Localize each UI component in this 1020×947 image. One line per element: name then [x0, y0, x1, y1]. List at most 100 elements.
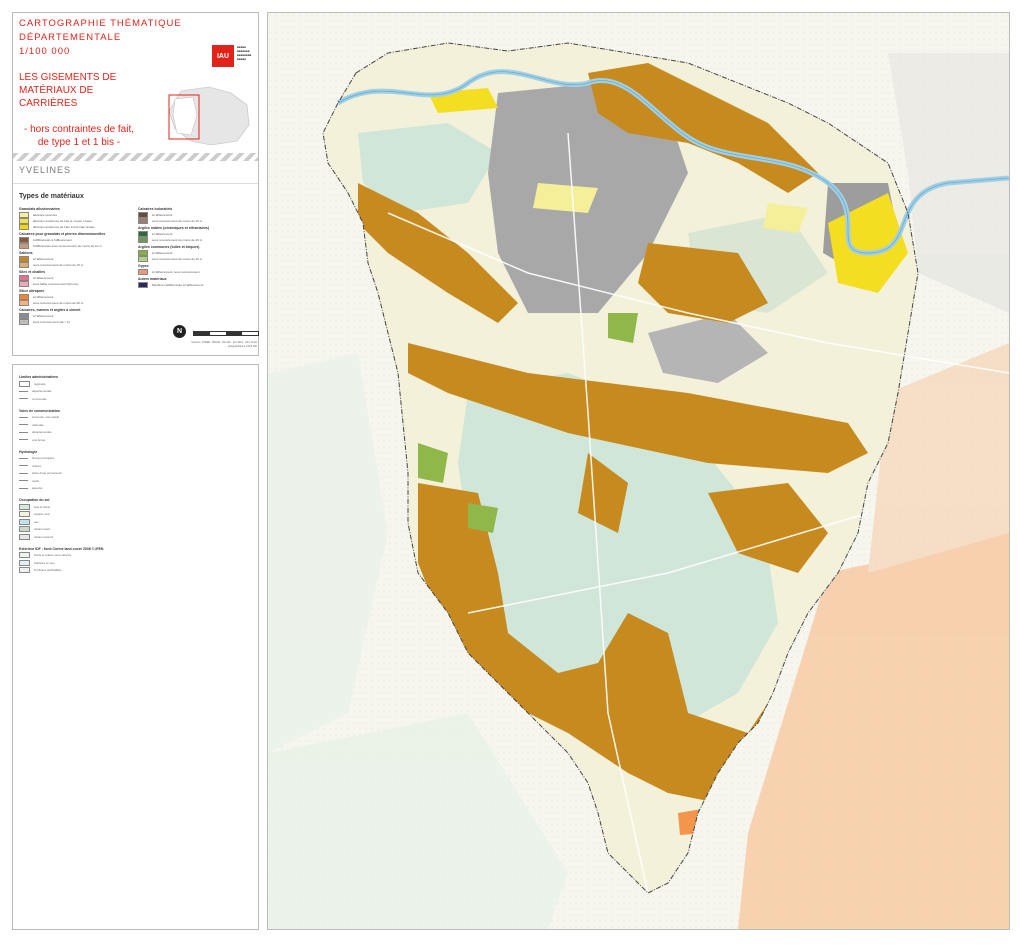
base-legend-item-label: rivières	[32, 463, 42, 468]
legend-item-label: à l'affleurement	[33, 276, 54, 280]
base-legend-panel: Limites administratives régionale départem…	[12, 364, 259, 930]
base-legend-item-label: bois et forêts	[34, 504, 51, 509]
base-legend-item-label: nationale	[32, 422, 44, 427]
main-title-line-3: CARRIÈRES	[19, 98, 78, 109]
legend-item-label: sous recouvrement de moins de 20 m	[33, 301, 84, 305]
base-legend-item: canal	[19, 477, 249, 485]
legend-item-label: sous faible recouvrement (limons)	[33, 282, 79, 286]
legend-item: à l'affleurement, sous recouvrement	[138, 269, 253, 275]
map-panel[interactable]	[267, 12, 1010, 930]
legend-item-label: alluvions anciennes de bas et moyen nive…	[33, 219, 92, 223]
materials-legend-left: Granulats alluvionnaires alluvions récent…	[19, 205, 134, 325]
base-legend-item: fleuves principaux	[19, 455, 249, 463]
legend-item-label: alluvions récentes	[33, 213, 58, 217]
base-legend-item-label: plans d'eau permanents	[32, 471, 62, 476]
legend-line-symbol	[19, 487, 28, 489]
legend-item: sous recouvrement de moins de 20 m	[19, 300, 134, 306]
base-legend-item: communale	[19, 395, 249, 403]
legend-item-label: Meulière indifférenciée à l'affleurement	[152, 283, 204, 287]
base-legend-item-label: fleuves principaux	[32, 456, 55, 461]
base-legend-item: départementale	[19, 388, 249, 396]
legend-swatch	[19, 281, 29, 287]
legend-swatch	[19, 511, 30, 518]
iau-logo: IAU	[212, 45, 234, 67]
legend-item: sous recouvrement (alt > 0)	[19, 319, 134, 325]
legend-item: sous recouvrement de moins de 15 m	[138, 218, 253, 224]
legend-item: indifférenciés sous recouvrement de moin…	[19, 243, 134, 249]
legend-swatch	[19, 224, 29, 230]
base-legend-item: urbain ouvert	[19, 526, 249, 534]
legend-item: sous recouvrement de moins de 15 m	[19, 262, 134, 268]
base-legend-item-label: forêts et milieux semi-naturels	[34, 553, 72, 558]
argile-zone	[608, 313, 638, 343]
thematic-map[interactable]	[268, 13, 1009, 929]
materials-legend-heading: Types de matériaux	[19, 193, 84, 200]
title-panel: CARTOGRAPHIE THÉMATIQUE DÉPARTEMENTALE 1…	[12, 12, 259, 356]
legend-swatch	[19, 262, 29, 268]
legend-item-label: à l'affleurement	[152, 232, 173, 236]
logo-caption: ■■■■■ ■■■■■■■ ■■■■■■■■ ■■■■■	[237, 45, 252, 61]
legend-line-symbol	[19, 457, 28, 459]
department-name: YVELINES	[19, 165, 72, 175]
map-main-title: LES GISEMENTS DE MATÉRIAUX DE CARRIÈRES	[19, 71, 116, 110]
base-legend-item-label: autoroute, voie rapide	[32, 415, 60, 420]
base-legend-item: bois et forêts	[19, 503, 249, 511]
legend-item: sous recouvrement de moins de 15 m	[138, 256, 253, 262]
legend-swatch	[19, 533, 30, 540]
legend-item-label: sous recouvrement de moins de 15 m	[152, 257, 203, 261]
legend-item: alluvions anciennes de haut à très haut …	[19, 224, 134, 230]
base-legend-item-label: départementale	[32, 389, 52, 394]
legend-swatch	[19, 503, 30, 510]
legend-swatch	[19, 518, 30, 525]
legend-item-label: sous recouvrement de moins de 15 m	[33, 263, 84, 267]
north-arrow-icon: N	[173, 325, 186, 338]
base-legend-item: rivières	[19, 462, 249, 470]
legend-swatch	[138, 218, 148, 224]
base-legend-item: départementale	[19, 429, 249, 437]
legend-item-label: à l'affleurement	[152, 251, 173, 255]
base-legend-item-label: urbain construit	[34, 534, 54, 539]
base-legend-item: nationale	[19, 421, 249, 429]
base-legend-item-label: espace rural	[34, 512, 50, 517]
legend-line-symbol	[19, 472, 28, 474]
legend-swatch	[19, 380, 30, 387]
subtitle-line-2: de type 1 et 1 bis -	[37, 137, 121, 148]
legend-line-symbol	[19, 416, 28, 418]
base-legend-item: régionale	[19, 380, 249, 388]
base-legend-item: Territoires artificialisés	[19, 567, 249, 575]
base-legend-item-label: voie ferrée	[32, 437, 46, 442]
legend-line-symbol	[19, 398, 28, 400]
legend-swatch	[19, 526, 30, 533]
legend-swatch	[19, 552, 30, 559]
legend-item-label: alluvions anciennes de haut à très haut …	[33, 225, 95, 229]
base-legend-item-label: urbain ouvert	[34, 527, 51, 532]
legend-item: Meulière indifférenciée à l'affleurement	[138, 282, 253, 288]
legend-item-label: à l'affleurement, sous recouvrement	[152, 270, 200, 274]
legend-item: sous recouvrement de moins de 20 m	[138, 237, 253, 243]
base-legend-item: urbain construit	[19, 533, 249, 541]
legend-item-label: sous recouvrement de moins de 15 m	[152, 219, 203, 223]
subtitle-line-1: - hors contraintes de fait,	[23, 124, 135, 135]
legend-line-symbol	[19, 424, 28, 426]
legend-swatch	[19, 319, 29, 325]
hatched-divider	[13, 153, 258, 161]
legend-item-label: indifférenciés sous recouvrement de moin…	[33, 244, 102, 248]
legend-line-symbol	[19, 439, 28, 441]
base-legend-item-label: départementale	[32, 430, 52, 435]
base-legend-item: aqueduc	[19, 485, 249, 493]
legend-item-label: sous recouvrement (alt > 0)	[33, 320, 70, 324]
legend-line-symbol	[19, 480, 28, 482]
series-title-line: CARTOGRAPHIE THÉMATIQUE DÉPARTEMENTALE	[19, 18, 182, 43]
scale-bar	[193, 331, 259, 336]
base-legend-item-label: communale	[32, 396, 47, 401]
base-legend-item: plans d'eau permanents	[19, 470, 249, 478]
base-legend-item: Surfaces en eau	[19, 559, 249, 567]
base-legend-item-label: canal	[32, 478, 39, 483]
base-legend-item-label: aqueduc	[32, 486, 43, 491]
map-subtitle: - hors contraintes de fait, de type 1 et…	[19, 123, 139, 149]
legend-swatch	[19, 243, 29, 249]
base-legend-item-label: régionale	[34, 381, 46, 386]
legend-swatch	[19, 300, 29, 306]
materials-legend-right: Calcaires industriels à l'affleurement sou…	[138, 205, 253, 288]
base-legend-item-label: Surfaces en eau	[34, 560, 55, 565]
